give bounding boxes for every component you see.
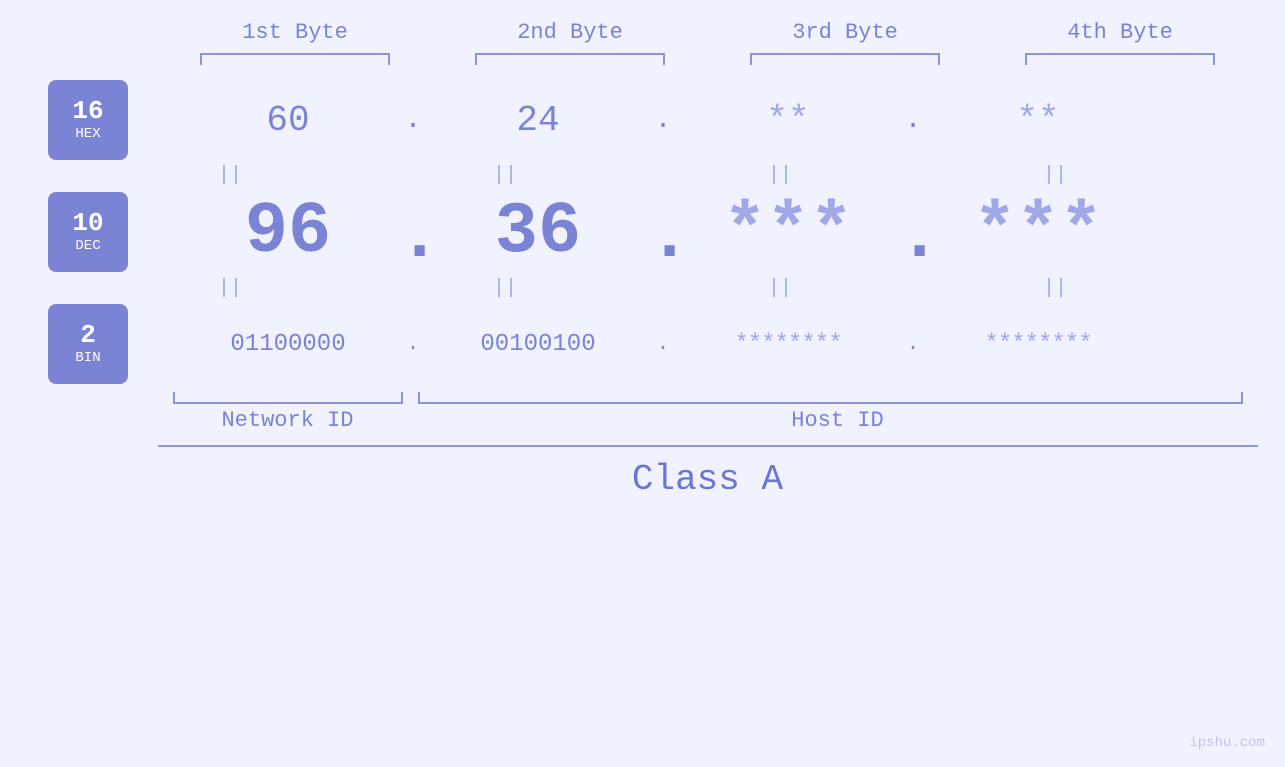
- bin-badge-number: 2: [80, 322, 96, 348]
- class-bracket-line: [158, 445, 1258, 447]
- hex-dot-1: .: [398, 105, 428, 136]
- hex-b4: **: [928, 100, 1148, 141]
- equals-row-1: || || || ||: [93, 164, 1193, 187]
- dec-b2: 36: [428, 191, 648, 273]
- hex-row: 16 HEX 60 . 24 . ** . **: [0, 80, 1285, 160]
- network-bracket: [173, 392, 403, 404]
- bin-b4: ********: [928, 331, 1148, 358]
- watermark: ipshu.com: [1189, 735, 1265, 751]
- dec-b3: ***: [678, 191, 898, 273]
- network-id-label: Network ID: [158, 408, 418, 433]
- bottom-section: Network ID Host ID: [158, 392, 1258, 433]
- byte-header-3: 3rd Byte: [735, 20, 955, 45]
- bracket-4: [1025, 53, 1215, 65]
- hex-badge-label: HEX: [75, 126, 100, 142]
- bin-bytes: 01100000 . 00100100 . ******** . *******…: [178, 331, 1285, 358]
- hex-bytes: 60 . 24 . ** . **: [178, 100, 1285, 141]
- eq1-b2: ||: [395, 164, 615, 187]
- dec-dot-2: .: [648, 196, 678, 278]
- dec-badge-label: DEC: [75, 238, 100, 254]
- bin-badge: 2 BIN: [48, 304, 128, 384]
- hex-dot-2: .: [648, 105, 678, 136]
- dec-dot-3: .: [898, 196, 928, 278]
- bottom-labels: Network ID Host ID: [158, 408, 1258, 433]
- eq1-b1: ||: [120, 164, 340, 187]
- bin-badge-label: BIN: [75, 350, 100, 366]
- bracket-1: [200, 53, 390, 65]
- eq1-b3: ||: [670, 164, 890, 187]
- host-id-label: Host ID: [418, 408, 1258, 433]
- dec-badge: 10 DEC: [48, 192, 128, 272]
- bottom-brackets: [158, 392, 1258, 404]
- eq2-b4: ||: [945, 277, 1165, 300]
- hex-badge: 16 HEX: [48, 80, 128, 160]
- equals-row-2: || || || ||: [93, 277, 1193, 300]
- bin-b2: 00100100: [428, 331, 648, 358]
- class-label: Class A: [158, 459, 1258, 500]
- top-brackets: [158, 53, 1258, 65]
- eq2-b1: ||: [120, 277, 340, 300]
- bin-dot-2: .: [648, 333, 678, 356]
- hex-b2: 24: [428, 100, 648, 141]
- class-row: Class A: [158, 445, 1258, 500]
- dec-row: 10 DEC 96 . 36 . *** . ***: [0, 191, 1285, 273]
- dec-badge-number: 10: [72, 210, 103, 236]
- dec-b4: ***: [928, 191, 1148, 273]
- dec-bytes: 96 . 36 . *** . ***: [178, 191, 1285, 273]
- bin-b3: ********: [678, 331, 898, 358]
- main-container: 1st Byte 2nd Byte 3rd Byte 4th Byte 16 H…: [0, 0, 1285, 767]
- dec-b1: 96: [178, 191, 398, 273]
- hex-b3: **: [678, 100, 898, 141]
- hex-b1: 60: [178, 100, 398, 141]
- eq2-b2: ||: [395, 277, 615, 300]
- bin-dot-3: .: [898, 333, 928, 356]
- hex-dot-3: .: [898, 105, 928, 136]
- eq1-b4: ||: [945, 164, 1165, 187]
- eq2-b3: ||: [670, 277, 890, 300]
- byte-headers: 1st Byte 2nd Byte 3rd Byte 4th Byte: [158, 20, 1258, 45]
- bin-row: 2 BIN 01100000 . 00100100 . ******** . *…: [0, 304, 1285, 384]
- bin-dot-1: .: [398, 333, 428, 356]
- dec-dot-1: .: [398, 196, 428, 278]
- byte-header-4: 4th Byte: [1010, 20, 1230, 45]
- host-bracket: [418, 392, 1243, 404]
- byte-header-1: 1st Byte: [185, 20, 405, 45]
- bracket-2: [475, 53, 665, 65]
- byte-header-2: 2nd Byte: [460, 20, 680, 45]
- bracket-3: [750, 53, 940, 65]
- hex-badge-number: 16: [72, 98, 103, 124]
- bin-b1: 01100000: [178, 331, 398, 358]
